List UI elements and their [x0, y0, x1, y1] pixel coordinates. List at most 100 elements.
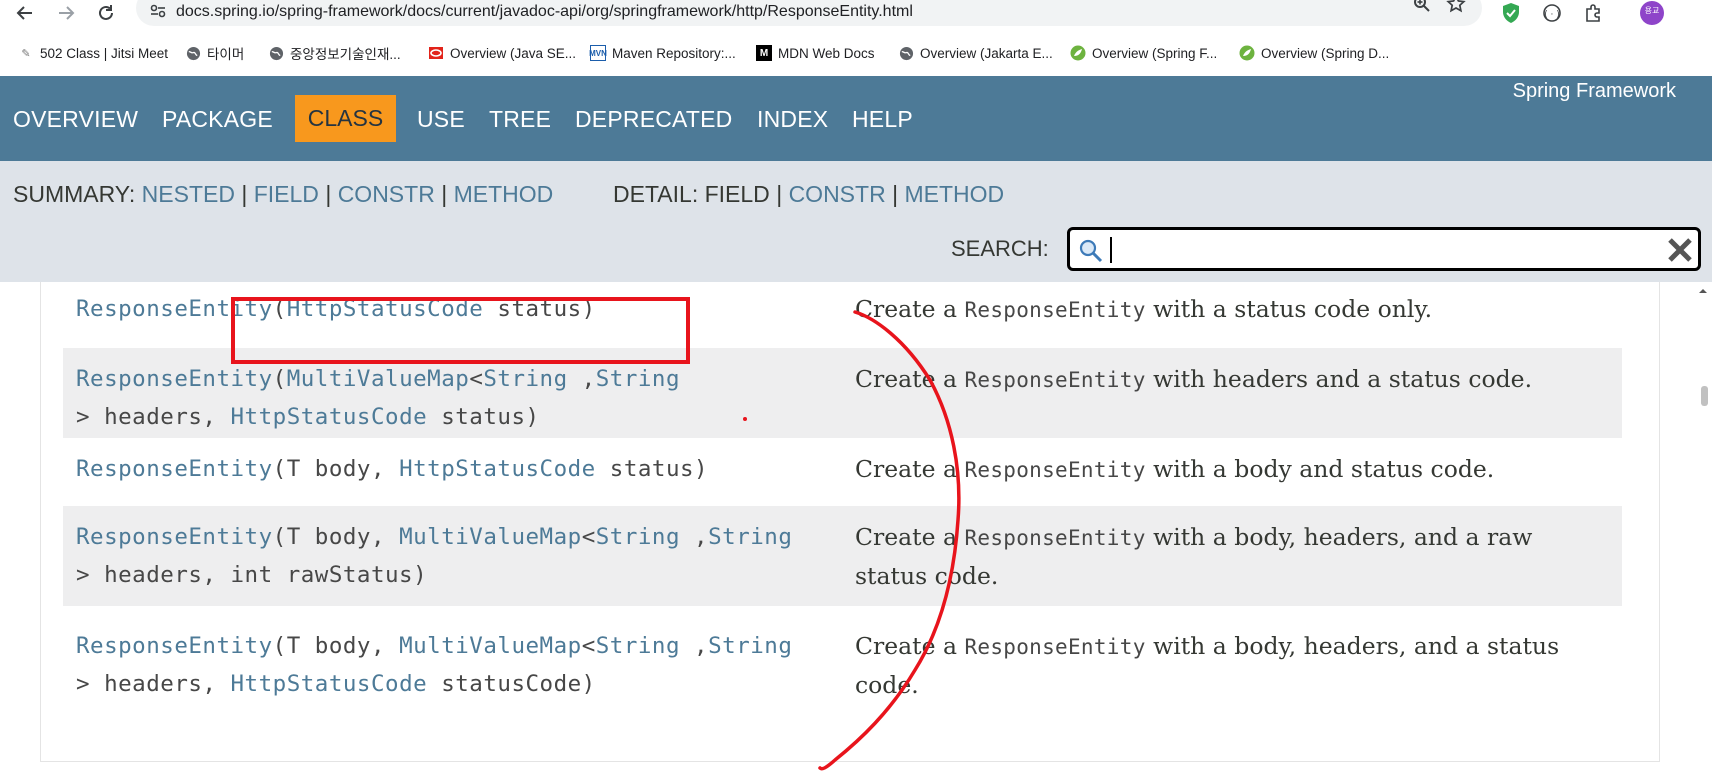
search-label: SEARCH:: [951, 236, 1049, 261]
bookmark-item[interactable]: Overview (Jakarta E...: [898, 42, 1053, 64]
type-link[interactable]: HttpStatusCode: [287, 296, 484, 322]
nav-tree[interactable]: TREE: [489, 106, 551, 133]
forward-icon[interactable]: [53, 0, 79, 26]
class-name-code: ResponseEntity: [964, 368, 1146, 392]
description-line: Create a ResponseEntity with a status co…: [855, 290, 1432, 329]
vertical-scrollbar[interactable]: [1694, 282, 1712, 782]
scrollbar-thumb[interactable]: [1701, 386, 1708, 406]
type-link[interactable]: MultiValueMap: [287, 366, 470, 392]
description-text: with a body and status code.: [1145, 455, 1495, 483]
shield-extension-icon[interactable]: [1498, 0, 1524, 26]
signature-text: (: [272, 296, 287, 322]
signature-text: <: [469, 366, 484, 392]
signature-line: ResponseEntity(T body, MultiValueMap<Str…: [76, 627, 792, 665]
detail-constr-link[interactable]: CONSTR: [789, 181, 886, 207]
search-input[interactable]: [1067, 227, 1701, 271]
description-text: Create a: [855, 632, 965, 660]
constructor-signature: ResponseEntity(HttpStatusCode status): [76, 290, 596, 328]
signature-line: ResponseEntity(T body, MultiValueMap<Str…: [76, 518, 792, 556]
extension-icon[interactable]: ( · ): [1539, 0, 1565, 26]
globe-icon: [898, 45, 914, 61]
nav-deprecated[interactable]: DEPRECATED: [575, 106, 733, 133]
type-link[interactable]: ResponseEntity: [76, 456, 273, 482]
bookmark-star-icon[interactable]: [1444, 0, 1468, 16]
mdn-icon: M: [756, 45, 772, 61]
signature-text: (T body,: [272, 524, 400, 550]
bookmark-item[interactable]: Overview (Java SE...: [428, 42, 576, 64]
type-link[interactable]: String: [708, 633, 792, 659]
text-caret: [1110, 237, 1112, 263]
signature-text: (: [272, 366, 287, 392]
nav-package[interactable]: PACKAGE: [162, 106, 273, 133]
type-link[interactable]: String: [596, 366, 680, 392]
spring-icon: [1239, 45, 1255, 61]
signature-text: statusCode): [427, 671, 596, 697]
type-link[interactable]: HttpStatusCode: [231, 671, 428, 697]
type-link[interactable]: ResponseEntity: [76, 524, 273, 550]
type-link[interactable]: String: [596, 633, 680, 659]
constructor-description: Create a ResponseEntity with headers and…: [855, 360, 1532, 399]
type-link[interactable]: HttpStatusCode: [399, 456, 596, 482]
summary-constr-link[interactable]: CONSTR: [338, 181, 435, 207]
nav-overview[interactable]: OVERVIEW: [13, 106, 138, 133]
type-link[interactable]: ResponseEntity: [76, 633, 273, 659]
nav-index[interactable]: INDEX: [757, 106, 828, 133]
oracle-icon: [428, 45, 444, 61]
description-line: status code.: [855, 562, 999, 590]
summary-method-link[interactable]: METHOD: [454, 181, 554, 207]
description-line: code.: [855, 671, 919, 699]
signature-line: ResponseEntity(HttpStatusCode status): [76, 290, 596, 328]
nav-use[interactable]: USE: [417, 106, 465, 133]
site-info-icon[interactable]: [150, 4, 166, 18]
signature-line: > headers, int rawStatus): [76, 556, 792, 594]
scroll-up-icon[interactable]: [1697, 284, 1709, 296]
type-link[interactable]: ResponseEntity: [76, 366, 273, 392]
search-icon: [1078, 238, 1104, 269]
signature-line: > headers, HttpStatusCode statusCode): [76, 665, 792, 703]
constructor-description: Create a ResponseEntity with a body and …: [855, 450, 1494, 489]
jitsi-icon: ✎: [21, 47, 31, 60]
signature-text: (T body,: [272, 456, 400, 482]
type-link[interactable]: MultiValueMap: [399, 524, 582, 550]
summary-field-link[interactable]: FIELD: [254, 181, 319, 207]
maven-icon: MVN: [589, 45, 607, 61]
nav-help[interactable]: HELP: [852, 106, 913, 133]
bookmark-item[interactable]: 중앙정보기술인재...: [268, 42, 401, 64]
type-link[interactable]: String: [596, 524, 680, 550]
address-bar[interactable]: docs.spring.io/spring-framework/docs/cur…: [136, 0, 1482, 26]
reset-search-icon[interactable]: [1666, 236, 1694, 269]
constructor-signature: ResponseEntity(T body, MultiValueMap<Str…: [76, 518, 792, 594]
type-link[interactable]: ResponseEntity: [76, 296, 273, 322]
type-link[interactable]: MultiValueMap: [399, 633, 582, 659]
bookmark-item[interactable]: Overview (Spring D...: [1239, 42, 1389, 64]
signature-text: > headers,: [76, 404, 231, 430]
signature-text: <: [581, 524, 596, 550]
type-link[interactable]: String: [708, 524, 792, 550]
description-text: with a status code only.: [1145, 295, 1433, 323]
bookmark-item[interactable]: ✎ 502 Class | Jitsi Meet: [18, 42, 168, 64]
type-link[interactable]: String: [483, 366, 567, 392]
signature-text: status): [483, 296, 596, 322]
back-icon[interactable]: [12, 0, 38, 26]
extensions-puzzle-icon[interactable]: [1580, 0, 1606, 26]
bookmark-item[interactable]: 타이머: [185, 42, 244, 64]
reload-icon[interactable]: [93, 0, 119, 26]
profile-initials: 용교: [1644, 6, 1660, 15]
spring-icon: [1070, 45, 1086, 61]
signature-text: ,: [567, 366, 596, 392]
detail-method-link[interactable]: METHOD: [904, 181, 1004, 207]
summary-nested-link[interactable]: NESTED: [142, 181, 235, 207]
description-text: Create a: [855, 455, 965, 483]
nav-class-active: CLASS: [295, 95, 396, 142]
class-name-code: ResponseEntity: [964, 458, 1146, 482]
profile-avatar[interactable]: 용교: [1639, 0, 1665, 26]
bookmark-item[interactable]: Overview (Spring F...: [1070, 42, 1217, 64]
signature-line: ResponseEntity(T body, HttpStatusCode st…: [76, 450, 708, 488]
type-link[interactable]: HttpStatusCode: [231, 404, 428, 430]
bookmark-item[interactable]: M MDN Web Docs: [756, 42, 875, 64]
about-language: Spring Framework: [1512, 80, 1676, 102]
zoom-icon[interactable]: [1410, 0, 1434, 16]
bookmark-item[interactable]: MVN Maven Repository:...: [589, 42, 736, 64]
constructor-signature: ResponseEntity(T body, MultiValueMap<Str…: [76, 627, 792, 703]
globe-icon: [185, 45, 201, 61]
